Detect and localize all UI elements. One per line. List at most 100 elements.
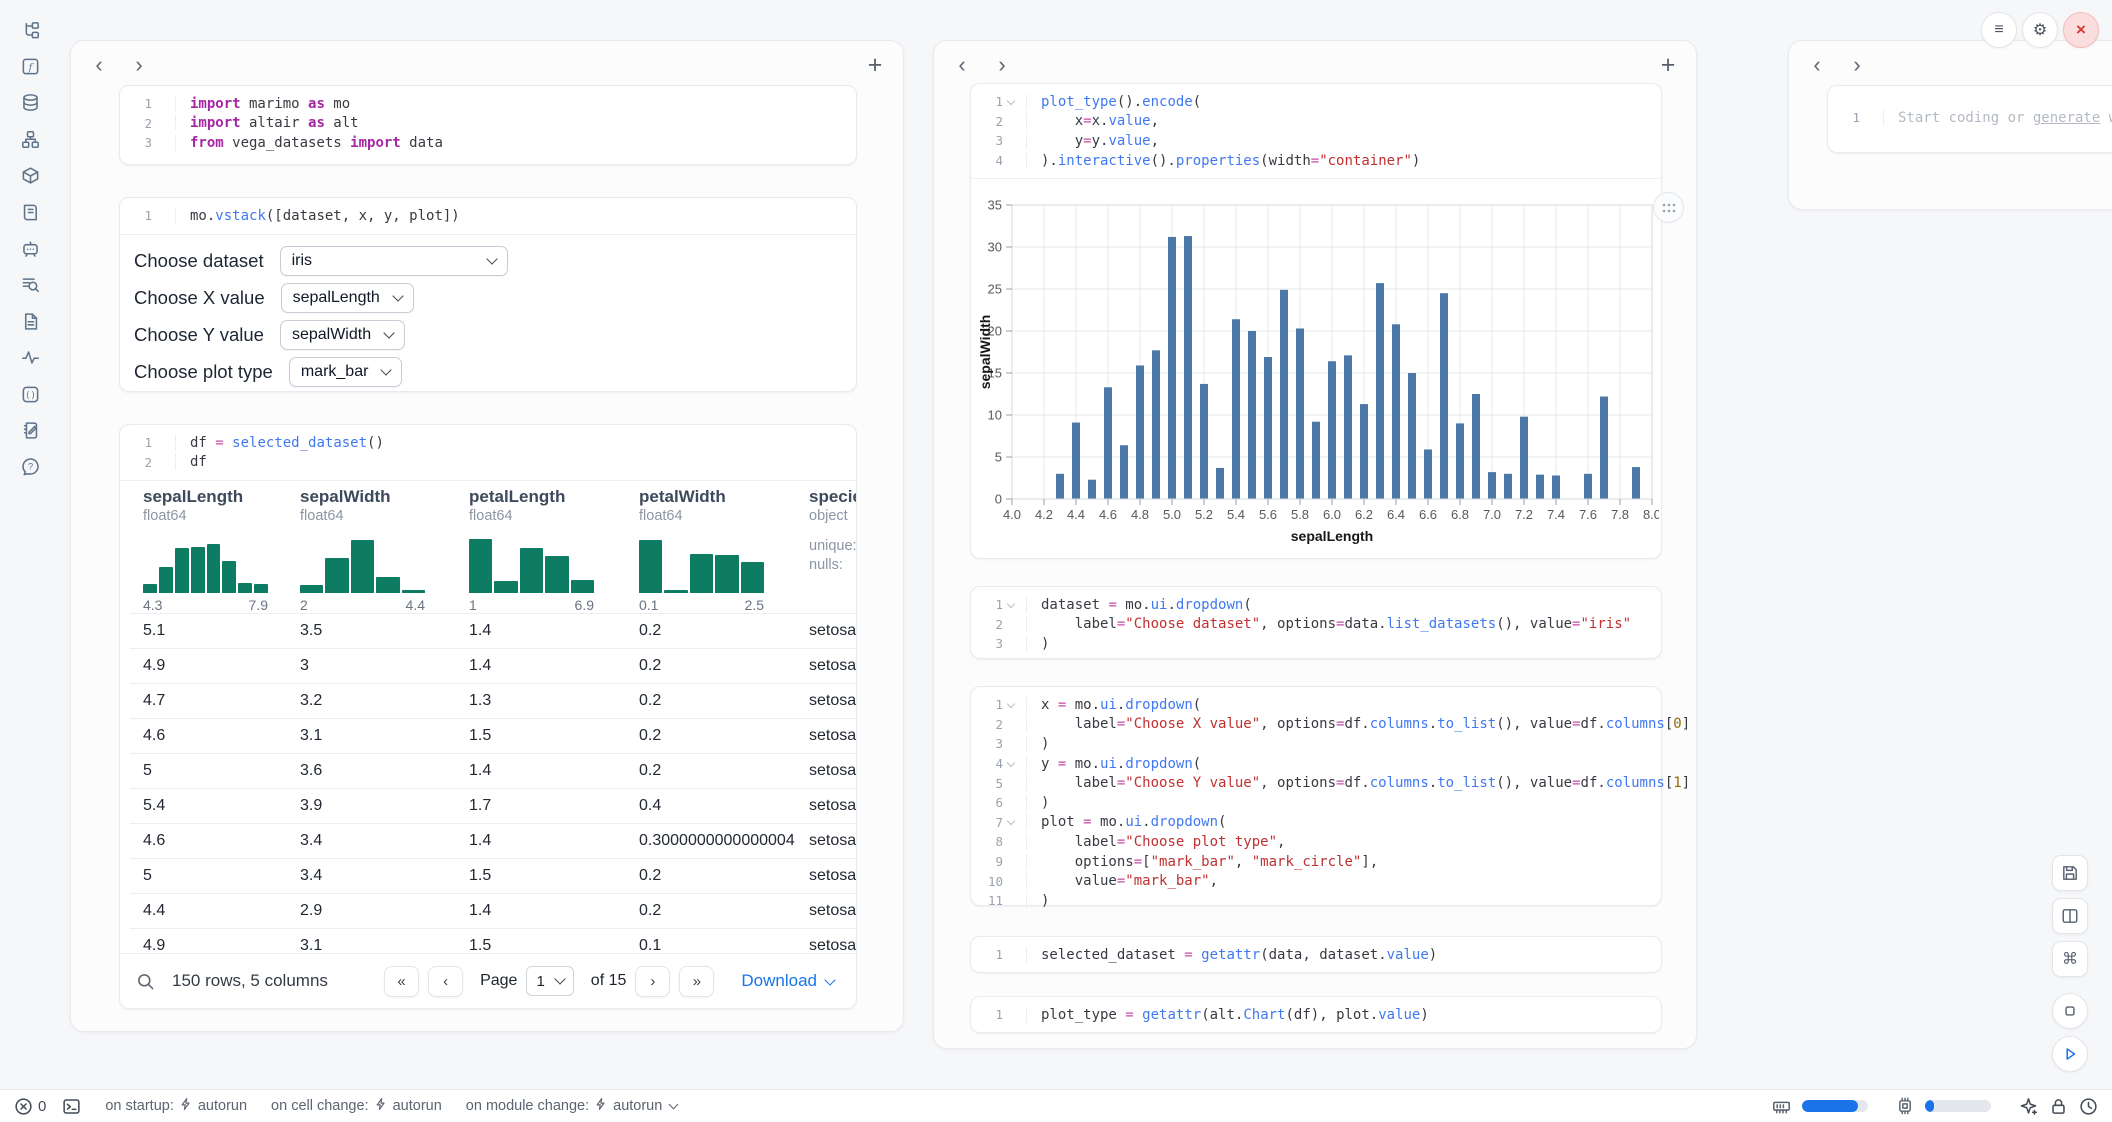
bar[interactable] xyxy=(1632,467,1640,499)
y-value-select[interactable]: sepalWidth xyxy=(280,320,405,350)
code-editor-xyplot[interactable]: 1x = mo.ui.dropdown(2 label="Choose X va… xyxy=(971,687,1661,919)
page-select[interactable]: 1 xyxy=(526,966,573,996)
column-next-button[interactable]: › xyxy=(986,49,1018,81)
runtime-config-3[interactable]: on module change:autorun xyxy=(466,1097,678,1115)
bar[interactable] xyxy=(1152,350,1160,499)
bar[interactable] xyxy=(1280,290,1288,499)
bar[interactable] xyxy=(1088,480,1096,499)
column-header-species[interactable]: speciesobjectunique:nulls: xyxy=(796,487,856,613)
runtime-config-2[interactable]: on cell change:autorun xyxy=(271,1097,442,1115)
bar[interactable] xyxy=(1136,365,1144,499)
add-cell-button[interactable]: + xyxy=(1652,49,1684,81)
bar[interactable] xyxy=(1184,236,1192,499)
table-row[interactable]: 4.93.11.50.1setosa xyxy=(130,928,856,954)
first-page-button[interactable]: « xyxy=(384,966,419,997)
cell-selected-dataset[interactable]: 1selected_dataset = getattr(data, datase… xyxy=(970,936,1662,973)
sidebar-outline-button[interactable] xyxy=(13,197,47,227)
table-row[interactable]: 5.13.51.40.2setosa xyxy=(130,613,856,648)
runtime-machine-button[interactable] xyxy=(2049,1097,2068,1116)
settings-button[interactable]: ⚙ xyxy=(2022,12,2058,48)
bar[interactable] xyxy=(1216,468,1224,499)
bar[interactable] xyxy=(1264,357,1272,499)
column-next-button[interactable]: › xyxy=(123,49,155,81)
save-button[interactable] xyxy=(2052,855,2088,891)
column-header-petalLength[interactable]: petalLengthfloat6416.9 xyxy=(456,487,626,613)
bar[interactable] xyxy=(1072,423,1080,499)
sidebar-logs-button[interactable] xyxy=(13,270,47,300)
code-editor-new-cell[interactable]: 1Start coding or generate with xyxy=(1828,86,2112,136)
cell-imports[interactable]: 1import marimo as mo2import altair as al… xyxy=(119,85,857,165)
bar[interactable] xyxy=(1232,319,1240,499)
bar[interactable] xyxy=(1584,474,1592,499)
bar[interactable] xyxy=(1600,397,1608,499)
bar[interactable] xyxy=(1408,373,1416,499)
bar[interactable] xyxy=(1248,331,1256,499)
code-editor-selected[interactable]: 1selected_dataset = getattr(data, datase… xyxy=(971,937,1661,973)
cell-vstack[interactable]: 1mo.vstack([dataset, x, y, plot]) Choose… xyxy=(119,197,857,392)
bar[interactable] xyxy=(1312,422,1320,499)
bar[interactable] xyxy=(1488,472,1496,499)
table-row[interactable]: 53.41.50.2setosa xyxy=(130,858,856,893)
terminal-button[interactable] xyxy=(62,1097,81,1116)
download-button[interactable]: Download xyxy=(735,970,840,992)
run-all-button[interactable] xyxy=(2052,1036,2088,1072)
bar[interactable] xyxy=(1552,475,1560,499)
table-row[interactable]: 4.73.21.30.2setosa xyxy=(130,683,856,718)
keyboard-shortcuts-button[interactable]: ⌘ xyxy=(2052,941,2088,977)
sidebar-file-explorer-button[interactable] xyxy=(13,15,47,45)
last-page-button[interactable]: » xyxy=(679,966,714,997)
column-header-sepalLength[interactable]: sepalLengthfloat644.37.9 xyxy=(130,487,287,613)
history-button[interactable] xyxy=(2079,1097,2098,1116)
code-editor-imports[interactable]: 1import marimo as mo2import altair as al… xyxy=(120,86,856,161)
fold-chevron-icon[interactable] xyxy=(1003,695,1018,715)
bar[interactable] xyxy=(1472,394,1480,499)
cell-dataset-dropdown[interactable]: 1dataset = mo.ui.dropdown(2 label="Choos… xyxy=(970,586,1662,659)
table-row[interactable]: 5.43.91.70.4setosa xyxy=(130,788,856,823)
table-row[interactable]: 4.931.40.2setosa xyxy=(130,648,856,683)
fold-chevron-icon[interactable] xyxy=(1003,595,1018,615)
next-page-button[interactable]: › xyxy=(635,966,670,997)
column-next-button[interactable]: › xyxy=(1841,49,1873,81)
cell-dataframe[interactable]: 1df = selected_dataset()2df sepalLengthf… xyxy=(119,424,857,1009)
ai-assistant-button[interactable] xyxy=(2019,1097,2038,1116)
bar[interactable] xyxy=(1168,237,1176,499)
runtime-config-1[interactable]: on startup:autorun xyxy=(105,1097,247,1115)
sidebar-documentation-button[interactable] xyxy=(13,306,47,336)
sidebar-dependency-graph-button[interactable] xyxy=(13,124,47,154)
column-header-sepalWidth[interactable]: sepalWidthfloat6424.4 xyxy=(287,487,456,613)
sidebar-scratchpad-button[interactable] xyxy=(13,415,47,445)
code-editor-vstack[interactable]: 1mo.vstack([dataset, x, y, plot]) xyxy=(120,198,856,235)
sidebar-help-button[interactable]: ? xyxy=(13,452,47,482)
plot-type-select[interactable]: mark_bar xyxy=(289,357,403,387)
code-editor-df[interactable]: 1df = selected_dataset()2df xyxy=(120,425,856,481)
fold-chevron-icon[interactable] xyxy=(1003,754,1018,774)
cell-plot-type[interactable]: 1plot_type = getattr(alt.Chart(df), plot… xyxy=(970,996,1662,1033)
altair-bar-chart[interactable]: 4.04.24.44.64.85.05.25.45.65.86.06.26.46… xyxy=(979,180,1659,548)
x-value-select[interactable]: sepalLength xyxy=(281,283,414,313)
search-icon[interactable] xyxy=(136,972,155,991)
bar[interactable] xyxy=(1520,417,1528,499)
cell-new-empty[interactable]: 1Start coding or generate with xyxy=(1827,85,2112,153)
sidebar-packages-button[interactable] xyxy=(13,161,47,191)
sidebar-tracing-button[interactable] xyxy=(13,343,47,373)
table-row[interactable]: 4.63.11.50.2setosa xyxy=(130,718,856,753)
sidebar-ai-chat-button[interactable] xyxy=(13,233,47,263)
column-prev-button[interactable]: ‹ xyxy=(83,49,115,81)
fold-chevron-icon[interactable] xyxy=(1003,813,1018,833)
bar[interactable] xyxy=(1440,293,1448,499)
bar[interactable] xyxy=(1360,404,1368,499)
bar[interactable] xyxy=(1456,423,1464,499)
add-cell-button[interactable]: + xyxy=(859,49,891,81)
bar[interactable] xyxy=(1120,445,1128,499)
table-row[interactable]: 4.63.41.40.3000000000000004setosa xyxy=(130,823,856,858)
focus-cell-button[interactable] xyxy=(2052,993,2088,1029)
bar[interactable] xyxy=(1104,387,1112,499)
column-prev-button[interactable]: ‹ xyxy=(946,49,978,81)
table-row[interactable]: 53.61.40.2setosa xyxy=(130,753,856,788)
table-row[interactable]: 4.42.91.40.2setosa xyxy=(130,893,856,928)
sidebar-data-sources-button[interactable] xyxy=(13,88,47,118)
code-editor-dataset[interactable]: 1dataset = mo.ui.dropdown(2 label="Choos… xyxy=(971,587,1661,662)
sidebar-snippets-button[interactable]: () xyxy=(13,379,47,409)
bar[interactable] xyxy=(1536,475,1544,499)
bar[interactable] xyxy=(1424,449,1432,499)
